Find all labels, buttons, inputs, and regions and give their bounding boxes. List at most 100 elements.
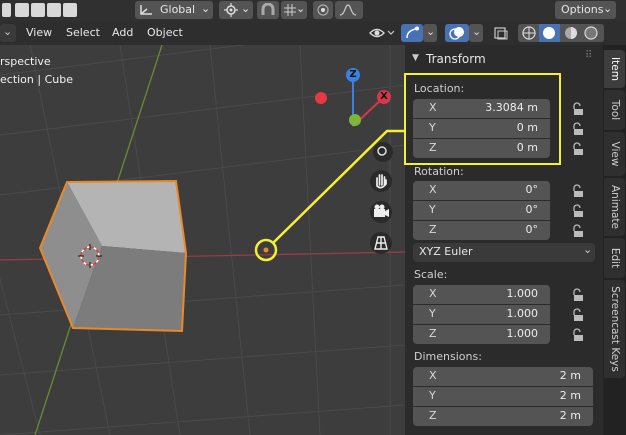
chevron-down-icon: ⌄ bbox=[583, 243, 593, 256]
solid-shading-icon bbox=[543, 27, 555, 39]
falloff-dropdown[interactable] bbox=[335, 1, 363, 19]
field-value: 2 m bbox=[559, 389, 581, 402]
xray-icon bbox=[494, 27, 508, 40]
object-origin-dot bbox=[263, 247, 269, 253]
chevron-down-icon: ⌄ bbox=[603, 2, 613, 15]
rendered-shading-icon[interactable] bbox=[584, 26, 598, 40]
transform-panel-header[interactable]: ▼ Transform ⠿ bbox=[405, 50, 603, 72]
tab-edit[interactable]: Edit bbox=[604, 238, 625, 278]
viewport-canvas bbox=[0, 45, 405, 435]
y-axis-ball[interactable] bbox=[349, 114, 361, 126]
visibility-dropdown[interactable] bbox=[366, 24, 396, 42]
select-mode-icon[interactable] bbox=[2, 3, 11, 17]
navigation-gizmo[interactable] bbox=[315, 75, 385, 127]
drag-handle-icon[interactable]: ⠿ bbox=[585, 50, 592, 61]
menu-object[interactable]: Object bbox=[141, 24, 189, 42]
menu-view[interactable]: View bbox=[20, 24, 58, 42]
3d-viewport[interactable]: rspective ection | Cube Z X bbox=[0, 45, 405, 435]
tab-screencast-keys[interactable]: Screencast Keys bbox=[604, 280, 625, 378]
field-value: 1.000 bbox=[506, 327, 539, 340]
dimensions-y-field[interactable]: Y 2 m bbox=[413, 387, 593, 406]
lock-icon[interactable] bbox=[571, 122, 585, 136]
xray-toggle[interactable] bbox=[490, 24, 512, 42]
axis-label: Z bbox=[429, 409, 437, 422]
x-axis-ball[interactable]: X bbox=[377, 90, 391, 104]
collapse-triangle-icon: ▼ bbox=[412, 53, 419, 63]
top-header: Global ⌄ ⌄ ⌄ Options ⌄ bbox=[0, 0, 626, 21]
gizmo-dropdown[interactable]: ⌄ bbox=[423, 24, 437, 42]
gizmo-toggle[interactable] bbox=[401, 24, 423, 42]
scale-z-field[interactable]: Z 1.000 bbox=[413, 325, 550, 344]
tab-animate[interactable]: Animate bbox=[604, 178, 625, 236]
lock-icon[interactable] bbox=[571, 204, 585, 218]
scale-x-field[interactable]: X 1.000 bbox=[413, 285, 550, 304]
lock-icon[interactable] bbox=[571, 224, 585, 238]
magnet-icon bbox=[261, 3, 275, 15]
ortho-toggle-button[interactable] bbox=[370, 232, 392, 254]
lock-icon[interactable] bbox=[571, 102, 585, 116]
negative-x-axis-ball[interactable] bbox=[315, 92, 327, 104]
tab-label: View bbox=[608, 141, 621, 167]
material-shading-icon[interactable] bbox=[564, 26, 578, 40]
rotation-y-field[interactable]: Y 0° bbox=[413, 201, 550, 220]
proportional-edit-toggle[interactable] bbox=[313, 1, 333, 19]
proportional-edit-icon bbox=[317, 4, 329, 16]
options-dropdown[interactable]: Options ⌄ bbox=[555, 1, 616, 19]
tab-label: Tool bbox=[608, 99, 621, 121]
overlays-toggle[interactable] bbox=[445, 24, 469, 42]
menu-add[interactable]: Add bbox=[106, 24, 139, 42]
z-axis-ball[interactable]: Z bbox=[346, 68, 360, 82]
snap-toggle[interactable] bbox=[257, 1, 279, 19]
hand-icon bbox=[376, 174, 387, 189]
scale-y-field[interactable]: Y 1.000 bbox=[413, 305, 550, 324]
field-value: 2 m bbox=[559, 409, 581, 422]
pivot-point-dropdown[interactable]: ⌄ bbox=[219, 1, 253, 19]
dimensions-z-field[interactable]: Z 2 m bbox=[413, 407, 593, 426]
axis-label: Y bbox=[429, 203, 436, 216]
tab-item[interactable]: Item bbox=[604, 50, 625, 88]
field-value: 0° bbox=[525, 223, 539, 236]
axis-label: Z bbox=[429, 223, 437, 236]
wireframe-shading-icon[interactable] bbox=[522, 26, 536, 40]
tab-label: Screencast Keys bbox=[608, 286, 621, 372]
axis-label: X bbox=[429, 369, 437, 382]
rotation-x-field[interactable]: X 0° bbox=[413, 181, 550, 200]
field-value: 2 m bbox=[559, 369, 581, 382]
dimensions-x-field[interactable]: X 2 m bbox=[413, 367, 593, 386]
select-extend-icon[interactable] bbox=[15, 3, 29, 17]
overlays-dropdown[interactable]: ⌄ bbox=[469, 24, 483, 42]
view-perspective-label: rspective bbox=[0, 55, 51, 68]
solid-shading-button[interactable] bbox=[539, 24, 560, 42]
cube-object[interactable] bbox=[38, 179, 188, 333]
rotation-mode-dropdown[interactable]: XYZ Euler ⌄ bbox=[413, 243, 595, 262]
tab-view[interactable]: View bbox=[604, 132, 625, 176]
select-subtract-icon[interactable] bbox=[31, 3, 45, 17]
select-intersect-icon[interactable] bbox=[63, 3, 77, 17]
select-invert-icon[interactable] bbox=[47, 3, 61, 17]
snap-target-dropdown[interactable]: ⌄ bbox=[281, 1, 307, 19]
rotation-label: Rotation: bbox=[414, 165, 464, 178]
zoom-button[interactable] bbox=[373, 142, 393, 162]
lock-icon[interactable] bbox=[571, 328, 585, 342]
options-label: Options bbox=[561, 3, 604, 16]
chevron-down-icon[interactable]: ⌄ bbox=[0, 24, 16, 42]
lock-icon[interactable] bbox=[571, 308, 585, 322]
field-value: 1.000 bbox=[506, 287, 539, 300]
axis-label: X bbox=[429, 287, 437, 300]
magnifier-icon bbox=[377, 146, 387, 156]
transform-orientation-dropdown[interactable]: Global ⌄ bbox=[135, 1, 213, 19]
shading-mode-group bbox=[518, 24, 604, 42]
lock-icon[interactable] bbox=[571, 142, 585, 156]
menu-select[interactable]: Select bbox=[60, 24, 106, 42]
orientation-icon bbox=[140, 5, 152, 15]
pan-button[interactable] bbox=[370, 170, 392, 192]
camera-view-button[interactable] bbox=[370, 201, 392, 223]
tab-tool[interactable]: Tool bbox=[604, 90, 625, 130]
axis-label: Y bbox=[429, 389, 436, 402]
rotation-z-field[interactable]: Z 0° bbox=[413, 221, 550, 240]
transform-orientation-label: Global bbox=[160, 3, 196, 16]
gizmo-icon bbox=[406, 26, 419, 39]
tab-label: Edit bbox=[608, 247, 621, 269]
lock-icon[interactable] bbox=[571, 288, 585, 302]
lock-icon[interactable] bbox=[571, 184, 585, 198]
